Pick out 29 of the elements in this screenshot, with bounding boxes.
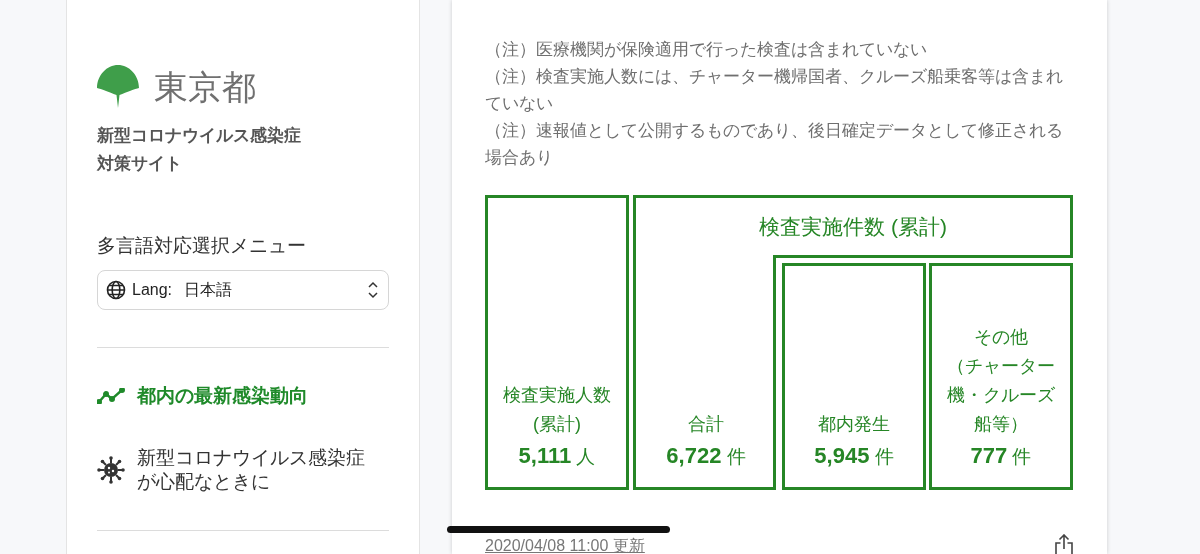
updated-link[interactable]: 2020/04/08 11:00 更新	[485, 535, 645, 554]
box-value: 5,111 人	[518, 443, 596, 470]
box-label: 検査実施人数	[503, 384, 611, 407]
globe-icon	[106, 280, 126, 300]
note-text: （注）検査実施人数には、チャーター機帰国者、クルーズ船乗客等は含まれていない	[485, 66, 1064, 115]
note-text: （注）速報値として公開するものであり、後日確定データとして修正される場合あり	[485, 120, 1064, 169]
box-value: 5,945 件	[814, 443, 894, 470]
box-label: 船等）	[974, 413, 1028, 436]
trend-line-icon	[97, 388, 125, 404]
tests-header: 検査実施件数 (累計)	[758, 214, 948, 240]
note-text: （注）医療機関が保険適用で行った検査は含まれていない	[485, 39, 928, 61]
nav-item[interactable]: 新型コロナウイルス感染症が心配なときに	[97, 446, 389, 494]
menu-label: 多言語対応選択メニュー	[97, 234, 307, 258]
box-label: 都内発生	[818, 413, 890, 436]
site-title-line: 対策サイト	[97, 153, 183, 175]
virus-icon	[97, 456, 125, 484]
box-label: その他	[974, 326, 1028, 349]
language-select[interactable]: Lang: 日本語	[97, 270, 389, 310]
logo-text: 東京都	[154, 66, 256, 107]
site-title-line: 新型コロナウイルス感染症	[97, 125, 302, 147]
box-label: 合計	[688, 413, 724, 436]
share-icon[interactable]	[1054, 534, 1074, 554]
box-value: 6,722 件	[666, 443, 746, 470]
box-label: （チャーター	[947, 355, 1055, 378]
box-label: (累計)	[533, 413, 581, 436]
updown-chevron-icon	[368, 281, 378, 299]
box-label: 機・クルーズ	[947, 384, 1055, 407]
nav-item[interactable]: 都内の最新感染動向	[97, 384, 389, 408]
box-value: 777 件	[970, 443, 1032, 470]
